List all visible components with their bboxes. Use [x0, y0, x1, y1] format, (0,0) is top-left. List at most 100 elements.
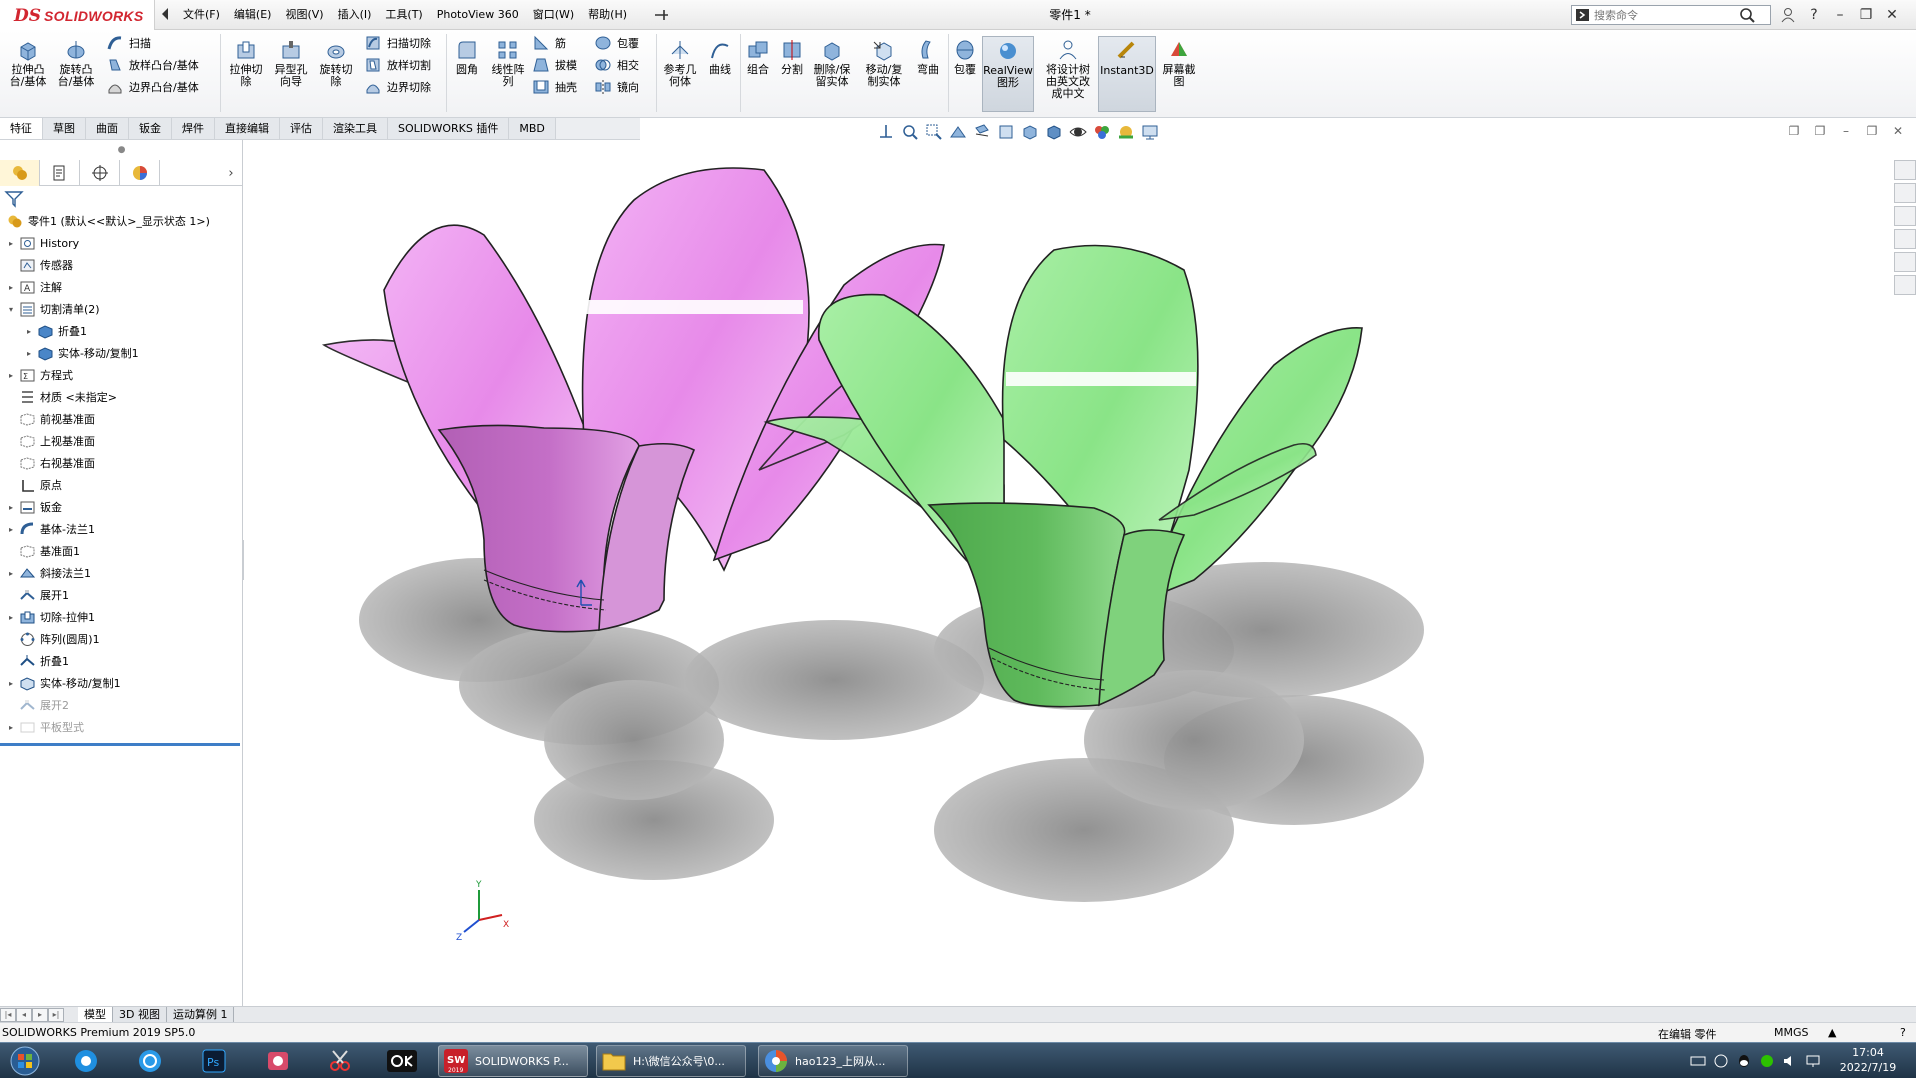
tab-addins[interactable]: SOLIDWORKS 插件	[388, 118, 510, 139]
quick-tips-icon[interactable]: ?	[1900, 1026, 1906, 1039]
expand-arrow-icon[interactable]: ▸	[24, 326, 34, 336]
tree-node[interactable]: ▸ 折叠1	[0, 320, 243, 342]
tab-surfaces[interactable]: 曲面	[86, 118, 129, 139]
tree-node[interactable]: 传感器	[0, 254, 243, 276]
wrap-button[interactable]: 包覆	[594, 32, 639, 54]
doc-minimize-icon[interactable]: –	[1838, 123, 1854, 139]
qq-icon[interactable]	[1736, 1053, 1752, 1069]
doc-tile-icon[interactable]: ❐	[1786, 123, 1802, 139]
unit-system-arrow[interactable]: ▲	[1828, 1026, 1836, 1039]
move-copy-body-button[interactable]: 移动/复 制实体	[862, 38, 906, 88]
keyboard-icon[interactable]	[1690, 1053, 1706, 1069]
expand-arrow-icon[interactable]: ▸	[6, 524, 16, 534]
flex-button[interactable]: 弯曲	[912, 38, 944, 76]
delete-keep-body-button[interactable]: 删除/保 留实体	[810, 38, 854, 88]
tree-node[interactable]: 基准面1	[0, 540, 243, 562]
taskbar-app-cloud[interactable]	[64, 1045, 108, 1077]
configuration-manager-tab[interactable]	[80, 160, 120, 186]
taskbar-clock[interactable]: 17:04 2022/7/19	[1830, 1045, 1906, 1075]
menu-window[interactable]: 窗口(W)	[526, 0, 581, 30]
boundary-cut-button[interactable]: 边界切除	[364, 76, 431, 98]
menu-collapse-arrow-icon[interactable]	[160, 7, 170, 21]
tree-node[interactable]: 前视基准面	[0, 408, 243, 430]
tab-direct-editing[interactable]: 直接编辑	[215, 118, 280, 139]
tree-node[interactable]: ▸ 实体-移动/复制1	[0, 342, 243, 364]
tab-model[interactable]: 模型	[78, 1007, 113, 1022]
tree-node[interactable]: ▸ 基体-法兰1	[0, 518, 243, 540]
tree-node[interactable]: 右视基准面	[0, 452, 243, 474]
doc-close-icon[interactable]: ✕	[1890, 123, 1906, 139]
doc-restore-icon[interactable]: ❐	[1864, 123, 1880, 139]
extrude-boss-button[interactable]: 拉伸凸 台/基体	[8, 38, 48, 88]
tab-evaluate[interactable]: 评估	[280, 118, 323, 139]
tab-render-tools[interactable]: 渲染工具	[323, 118, 388, 139]
menu-insert[interactable]: 插入(I)	[331, 0, 379, 30]
reference-geometry-button[interactable]: 参考几 何体	[660, 38, 700, 88]
combine-button[interactable]: 组合	[742, 38, 774, 76]
help-icon[interactable]: ?	[1804, 5, 1824, 25]
swept-cut-button[interactable]: 扫描切除	[364, 32, 431, 54]
tree-node[interactable]: 材质 <未指定>	[0, 386, 243, 408]
tree-node[interactable]: ▸ Σ 方程式	[0, 364, 243, 386]
extrude-cut-button[interactable]: 拉伸切 除	[226, 38, 266, 88]
taskbar-window-browser[interactable]: hao123_上网从...	[758, 1045, 908, 1077]
expand-arrow-icon[interactable]: ▸	[6, 612, 16, 622]
menu-help[interactable]: 帮助(H)	[581, 0, 634, 30]
translate-tree-button[interactable]: 将设计树 由英文改 成中文	[1040, 38, 1096, 100]
tree-node[interactable]: ▸ A 注解	[0, 276, 243, 298]
expand-arrow-icon[interactable]: ▸	[6, 238, 16, 248]
tree-node[interactable]: ▸ 切除-拉伸1	[0, 606, 243, 628]
tree-node[interactable]: 原点	[0, 474, 243, 496]
task-pane-appearance-icon[interactable]	[1894, 252, 1916, 272]
display-style-icon[interactable]	[1044, 122, 1064, 142]
boundary-boss-button[interactable]: 边界凸台/基体	[106, 76, 199, 98]
close-window-icon[interactable]: ✕	[1882, 5, 1902, 25]
tab-mbd[interactable]: MBD	[509, 118, 556, 139]
screenshot-button[interactable]: 屏幕截 图	[1158, 38, 1200, 88]
wrap-large-button[interactable]: 包覆	[950, 38, 980, 76]
fillet-button[interactable]: 圆角	[450, 38, 484, 76]
menu-photoview[interactable]: PhotoView 360	[430, 0, 526, 30]
start-button-icon[interactable]	[6, 1045, 44, 1077]
search-icon[interactable]	[1738, 6, 1756, 24]
instant3d-button[interactable]: Instant3D	[1098, 36, 1156, 112]
first-tab-icon[interactable]: |◂	[0, 1007, 16, 1022]
hide-show-items-icon[interactable]	[1068, 122, 1088, 142]
tree-node[interactable]: 折叠1	[0, 650, 243, 672]
tree-node[interactable]: ▸ 斜接法兰1	[0, 562, 243, 584]
volume-icon[interactable]	[1782, 1053, 1798, 1069]
prev-tab-icon[interactable]: ◂	[16, 1007, 32, 1022]
apply-scene-icon[interactable]	[1116, 122, 1136, 142]
menu-edit[interactable]: 编辑(E)	[227, 0, 279, 30]
expand-arrow-icon[interactable]: ▸	[6, 568, 16, 578]
panel-grip[interactable]: ●	[0, 140, 243, 160]
tree-node[interactable]: ▾ 切割清单(2)	[0, 298, 243, 320]
taskbar-app-ok[interactable]	[380, 1045, 424, 1077]
tree-node[interactable]: ▸ 钣金	[0, 496, 243, 518]
tab-3d-views[interactable]: 3D 视图	[113, 1007, 167, 1022]
tree-node[interactable]: 阵列(圆周)1	[0, 628, 243, 650]
curves-button[interactable]: 曲线	[704, 38, 736, 76]
draft-button[interactable]: 拔模	[532, 54, 577, 76]
expand-arrow-icon[interactable]: ▸	[6, 722, 16, 732]
menu-view[interactable]: 视图(V)	[278, 0, 330, 30]
shell-button[interactable]: 抽壳	[532, 76, 577, 98]
view-orientation-cube-icon[interactable]	[1020, 122, 1040, 142]
user-icon[interactable]	[1778, 5, 1798, 25]
menu-file[interactable]: 文件(F)	[176, 0, 227, 30]
minimize-window-icon[interactable]: –	[1830, 5, 1850, 25]
property-manager-tab[interactable]	[40, 160, 80, 186]
restore-window-icon[interactable]: ❐	[1856, 5, 1876, 25]
zoom-to-area-icon[interactable]	[924, 122, 944, 142]
tree-node[interactable]: 展开1	[0, 584, 243, 606]
graphics-area[interactable]: Y X Z	[244, 140, 1894, 1006]
tree-node[interactable]: 展开2	[0, 694, 243, 716]
task-pane-resources-icon[interactable]	[1894, 183, 1916, 203]
tree-node[interactable]: ▸ History	[0, 232, 243, 254]
expand-arrow-icon[interactable]: ▸	[24, 348, 34, 358]
taskbar-app-photoshop[interactable]: Ps	[192, 1045, 236, 1077]
tree-node[interactable]: ▸ 平板型式	[0, 716, 243, 738]
taskbar-app-browser-ie[interactable]	[128, 1045, 172, 1077]
taskbar-window-explorer[interactable]: H:\微信公众号\0...	[596, 1045, 746, 1077]
task-pane-explorer-icon[interactable]	[1894, 229, 1916, 249]
